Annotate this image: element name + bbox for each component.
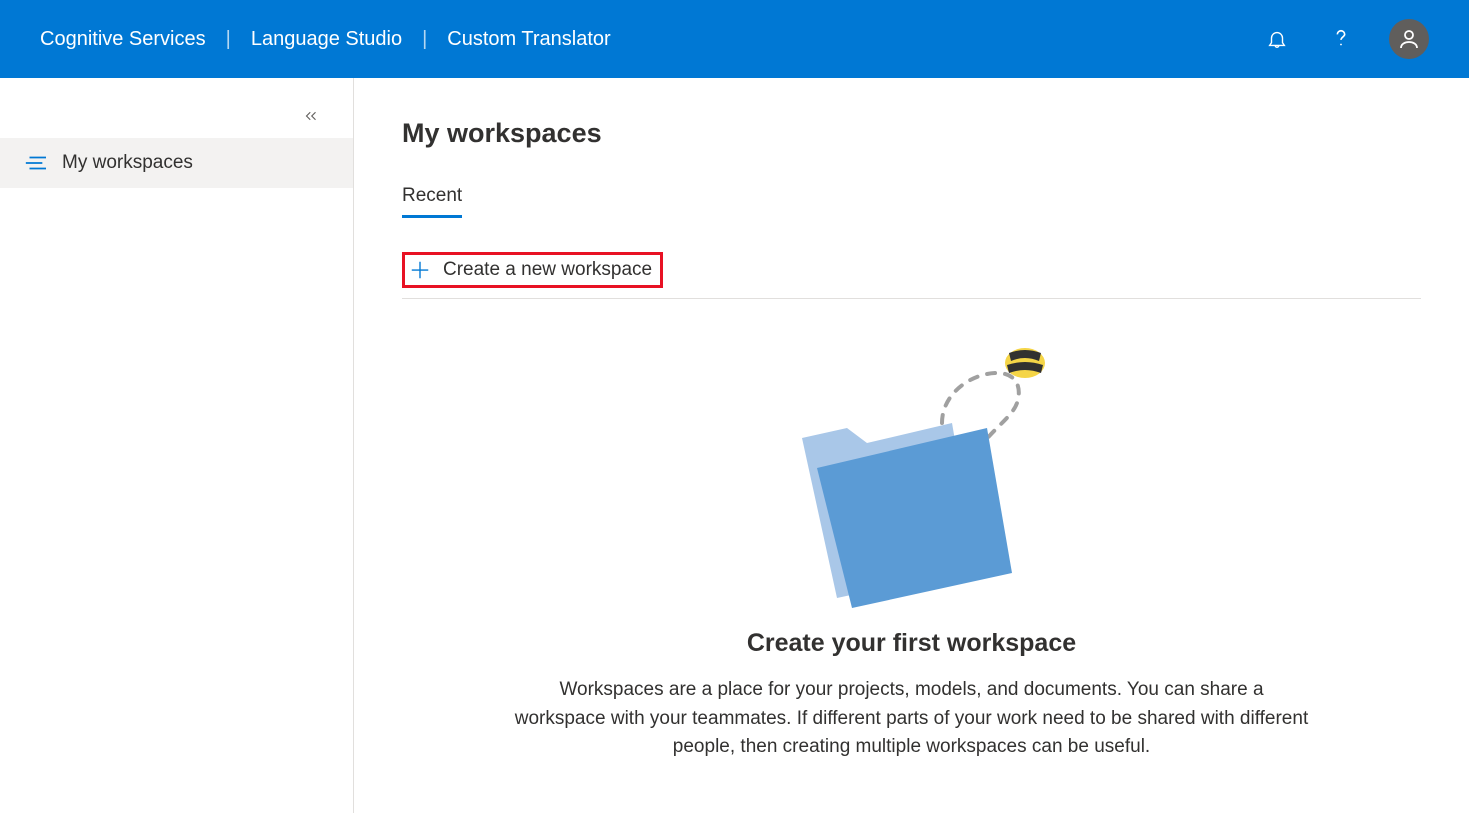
empty-state-description: Workspaces are a place for your projects…	[512, 676, 1312, 762]
plus-icon	[409, 259, 431, 281]
breadcrumb-item[interactable]: Language Studio	[251, 28, 402, 51]
bell-icon	[1266, 28, 1288, 50]
header-actions	[1261, 19, 1429, 59]
breadcrumb: Cognitive Services | Language Studio | C…	[40, 28, 1261, 51]
action-bar: Create a new workspace	[402, 234, 1421, 299]
tab-recent[interactable]: Recent	[402, 177, 462, 218]
help-button[interactable]	[1325, 23, 1357, 55]
create-workspace-button[interactable]: Create a new workspace	[402, 252, 663, 288]
tabs: Recent	[402, 177, 1421, 218]
main-content: My workspaces Recent Create a new worksp…	[354, 78, 1469, 813]
empty-state: Create your first workspace Workspaces a…	[402, 299, 1421, 762]
page-title: My workspaces	[402, 118, 1421, 149]
empty-state-title: Create your first workspace	[747, 629, 1076, 658]
chevron-double-left-icon	[302, 107, 320, 125]
sidebar-item-label: My workspaces	[62, 152, 193, 174]
sidebar-item-my-workspaces[interactable]: My workspaces	[0, 138, 353, 188]
notifications-button[interactable]	[1261, 23, 1293, 55]
empty-folder-illustration	[762, 323, 1062, 613]
collapse-sidebar-button[interactable]	[299, 104, 323, 128]
top-header: Cognitive Services | Language Studio | C…	[0, 0, 1469, 78]
breadcrumb-item[interactable]: Cognitive Services	[40, 28, 206, 51]
help-icon	[1330, 26, 1352, 52]
list-icon	[24, 154, 46, 172]
breadcrumb-item[interactable]: Custom Translator	[447, 28, 610, 51]
person-icon	[1397, 27, 1421, 51]
create-workspace-label: Create a new workspace	[443, 259, 652, 281]
sidebar: My workspaces	[0, 78, 354, 813]
breadcrumb-separator: |	[422, 28, 427, 51]
account-button[interactable]	[1389, 19, 1429, 59]
breadcrumb-separator: |	[226, 28, 231, 51]
